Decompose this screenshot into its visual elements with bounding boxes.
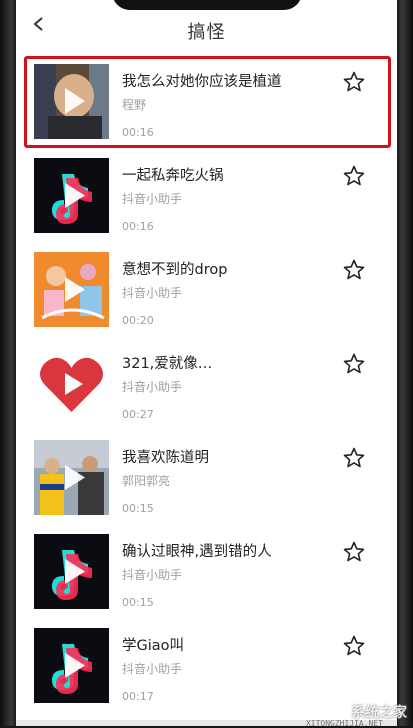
favorite-star-icon[interactable] [342, 540, 366, 564]
song-title: 意想不到的drop [122, 262, 228, 278]
phone-frame-left [0, 0, 16, 726]
screen: 搞怪 我怎么对她你应该是植道 程野 00:16 一起私奔吃火锅 抖音小助手 00… [16, 0, 397, 726]
song-author: 郭阳郭亮 [122, 474, 171, 488]
song-author: 抖音小助手 [122, 568, 183, 582]
favorite-star-icon[interactable] [342, 352, 366, 376]
favorite-star-icon[interactable] [342, 634, 366, 658]
song-duration: 00:15 [122, 596, 154, 609]
song-title: 确认过眼神,遇到错的人 [122, 544, 272, 560]
page-title: 搞怪 [187, 22, 226, 43]
list-item[interactable]: 确认过眼神,遇到错的人 抖音小助手 00:15 [16, 528, 397, 622]
list-item[interactable]: 我喜欢陈道明 郭阳郭亮 00:15 [16, 434, 397, 528]
song-thumbnail[interactable] [34, 534, 109, 609]
song-title: 321,爱就像… [122, 356, 213, 372]
phone-frame-right [397, 0, 413, 726]
song-title: 学Giao叫 [122, 638, 185, 654]
song-author: 抖音小助手 [122, 192, 183, 206]
song-duration: 00:15 [122, 502, 154, 515]
song-duration: 00:20 [122, 314, 154, 327]
song-duration: 00:27 [122, 408, 154, 421]
favorite-star-icon[interactable] [342, 258, 366, 282]
song-thumbnail[interactable] [34, 346, 109, 421]
favorite-star-icon[interactable] [342, 446, 366, 470]
song-title: 我喜欢陈道明 [122, 450, 209, 466]
song-author: 抖音小助手 [122, 380, 183, 394]
song-thumbnail[interactable] [34, 158, 109, 233]
header: 搞怪 [16, 0, 397, 48]
list-item[interactable]: 意想不到的drop 抖音小助手 00:20 [16, 246, 397, 340]
song-duration: 00:16 [122, 220, 154, 233]
selection-highlight [24, 56, 391, 148]
song-author: 抖音小助手 [122, 662, 183, 676]
song-title: 一起私奔吃火锅 [122, 168, 224, 184]
list-item[interactable]: 学Giao叫 抖音小助手 00:17 [16, 622, 397, 716]
watermark-url: XITONGZHIJIA.NET [305, 719, 383, 728]
list-item[interactable]: 一起私奔吃火锅 抖音小助手 00:16 [16, 152, 397, 246]
list-item[interactable]: 321,爱就像… 抖音小助手 00:27 [16, 340, 397, 434]
song-thumbnail[interactable] [34, 628, 109, 703]
song-author: 抖音小助手 [122, 286, 183, 300]
favorite-star-icon[interactable] [342, 164, 366, 188]
song-thumbnail[interactable] [34, 440, 109, 515]
song-thumbnail[interactable] [34, 252, 109, 327]
song-duration: 00:17 [122, 690, 154, 703]
